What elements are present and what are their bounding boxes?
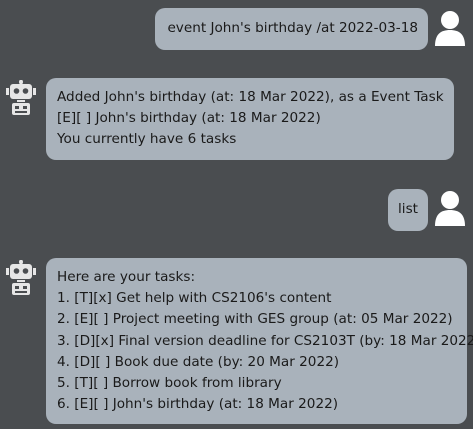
message-line: Added John's birthday (at: 18 Mar 2022),…: [57, 89, 444, 105]
message-line: 2. [E][ ] Project meeting with GES group…: [57, 311, 453, 328]
message-line: You currently have 6 tasks: [57, 131, 237, 148]
message-line: event John's birthday /at 2022-03-18: [167, 20, 418, 36]
user-message-bubble: event John's birthday /at 2022-03-18: [155, 8, 428, 50]
robot-icon: [6, 260, 36, 296]
bot-message-bubble: Here are your tasks: 1. [T][x] Get help …: [46, 258, 473, 424]
user-message-bubble: list: [388, 189, 428, 231]
user-icon: [433, 8, 467, 48]
message-line: 3. [D][x] Final version deadline for CS2…: [57, 332, 473, 349]
message-line: Here are your tasks:: [57, 269, 196, 285]
chat-window: event John's birthday /at 2022-03-18 Add…: [0, 0, 473, 429]
user-icon: [433, 188, 467, 228]
message-line: 6. [E][ ] John's birthday (at: 18 Mar 20…: [57, 396, 339, 413]
message-line: 5. [T][ ] Borrow book from library: [57, 375, 282, 392]
bot-message-bubble: Added John's birthday (at: 18 Mar 2022),…: [46, 78, 454, 160]
message-line: list: [398, 201, 418, 217]
message-line: 1. [T][x] Get help with CS2106's content: [57, 290, 332, 307]
message-line: [E][ ] John's birthday (at: 18 Mar 2022): [57, 110, 321, 127]
robot-icon: [6, 80, 36, 116]
message-line: 4. [D][ ] Book due date (by: 20 Mar 2022…: [57, 353, 340, 370]
